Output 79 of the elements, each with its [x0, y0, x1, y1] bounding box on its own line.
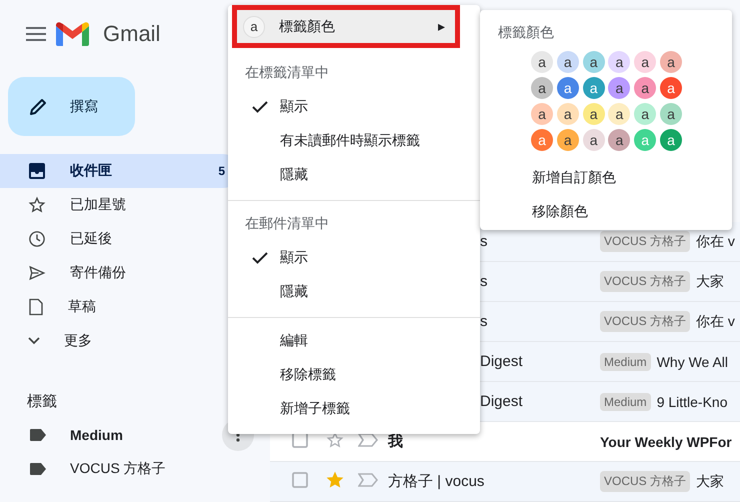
labels-heading: 標籤	[26, 392, 58, 412]
subject: 你在 v	[696, 312, 736, 330]
label-tag: VOCUS 方格子	[600, 271, 690, 292]
nav-label: 草稿	[68, 298, 97, 316]
label-tag: VOCUS 方格子	[600, 471, 690, 492]
chevron-down-icon	[28, 337, 40, 345]
sender: 我	[388, 432, 404, 451]
nav-label: 已加星號	[70, 196, 127, 214]
color-swatch[interactable]: a	[634, 77, 656, 99]
label-tag: Medium	[600, 392, 651, 410]
color-swatch[interactable]: a	[556, 51, 579, 73]
color-swatch[interactable]: a	[556, 77, 579, 99]
color-swatch[interactable]: a	[531, 51, 553, 73]
color-swatch[interactable]: a	[531, 77, 553, 99]
label-tag: VOCUS 方格子	[600, 231, 690, 252]
sender: Digest	[479, 353, 524, 370]
compose-button[interactable]: 撰寫	[8, 77, 135, 136]
color-swatch[interactable]: a	[660, 103, 682, 125]
sender: s	[479, 273, 488, 290]
label-icon	[30, 463, 46, 475]
sender: Digest	[479, 393, 524, 410]
color-swatch[interactable]: a	[634, 51, 656, 73]
label-name[interactable]: VOCUS 方格子	[70, 460, 166, 478]
submenu-title: 標籤顏色	[497, 23, 554, 42]
subject: Your Weekly WPFor	[600, 434, 733, 450]
menu-icon[interactable]	[26, 27, 46, 41]
color-swatch[interactable]: a	[556, 129, 579, 151]
inbox-icon	[28, 162, 46, 180]
submenu-arrow: ▸	[438, 18, 445, 35]
color-badge: a	[243, 16, 265, 38]
color-swatch[interactable]: a	[556, 103, 579, 125]
sender: s	[479, 233, 488, 250]
app-name: Gmail	[103, 21, 160, 47]
nav-label: 寄件備份	[70, 264, 127, 282]
subject: 大家	[696, 272, 726, 290]
color-swatch[interactable]: a	[531, 103, 553, 125]
unread-count: 5	[218, 164, 225, 178]
menu-item[interactable]: 移除顏色	[480, 195, 732, 229]
sender: s	[479, 313, 488, 330]
clock-icon	[28, 230, 46, 248]
color-swatch[interactable]: a	[608, 103, 630, 125]
color-swatch[interactable]: a	[608, 77, 630, 99]
star-icon[interactable]	[326, 471, 344, 489]
section-heading: 在標籤清單中	[244, 63, 330, 82]
document-icon	[28, 298, 44, 316]
color-swatch[interactable]: a	[634, 103, 656, 125]
nav-label: 收件匣	[70, 162, 113, 180]
label-icon	[30, 429, 46, 441]
menu-item[interactable]: 顯示	[228, 90, 480, 124]
color-swatch[interactable]: a	[582, 129, 605, 151]
label-tag: VOCUS 方格子	[600, 311, 690, 332]
importance-marker-icon[interactable]	[358, 473, 378, 487]
subject: 9 Little-Kno	[656, 394, 729, 410]
section-heading: 在郵件清單中	[244, 214, 330, 233]
label-tag: Medium	[600, 352, 651, 370]
mail-row[interactable]: 方格子 | vocus VOCUS 方格子 大家	[270, 462, 740, 502]
send-icon	[28, 264, 46, 282]
check-icon	[252, 101, 268, 113]
pencil-icon	[28, 96, 48, 116]
importance-marker-icon[interactable]	[358, 433, 378, 447]
color-swatch[interactable]: a	[582, 51, 605, 73]
menu-item[interactable]: 新增自訂顏色	[480, 161, 732, 195]
envelope-logo-icon	[56, 22, 89, 46]
subject: 大家	[696, 472, 726, 490]
subject: 你在 v	[696, 232, 736, 250]
check-icon	[252, 252, 268, 264]
sender: 方格子 | vocus	[388, 472, 486, 491]
color-swatch[interactable]: a	[660, 51, 682, 73]
color-swatch[interactable]: a	[608, 51, 630, 73]
checkbox[interactable]	[292, 472, 308, 488]
star-icon	[28, 196, 46, 214]
nav-label: 更多	[64, 332, 93, 350]
subject: Why We All	[656, 354, 729, 370]
label-color-menu-item[interactable]: a 標籤顏色 ▸	[237, 10, 455, 43]
color-swatch[interactable]: a	[582, 103, 605, 125]
star-icon[interactable]	[326, 431, 344, 449]
color-swatch[interactable]: a	[608, 129, 630, 151]
label-name[interactable]: Medium	[70, 427, 123, 443]
nav-label: 已延後	[70, 230, 113, 248]
